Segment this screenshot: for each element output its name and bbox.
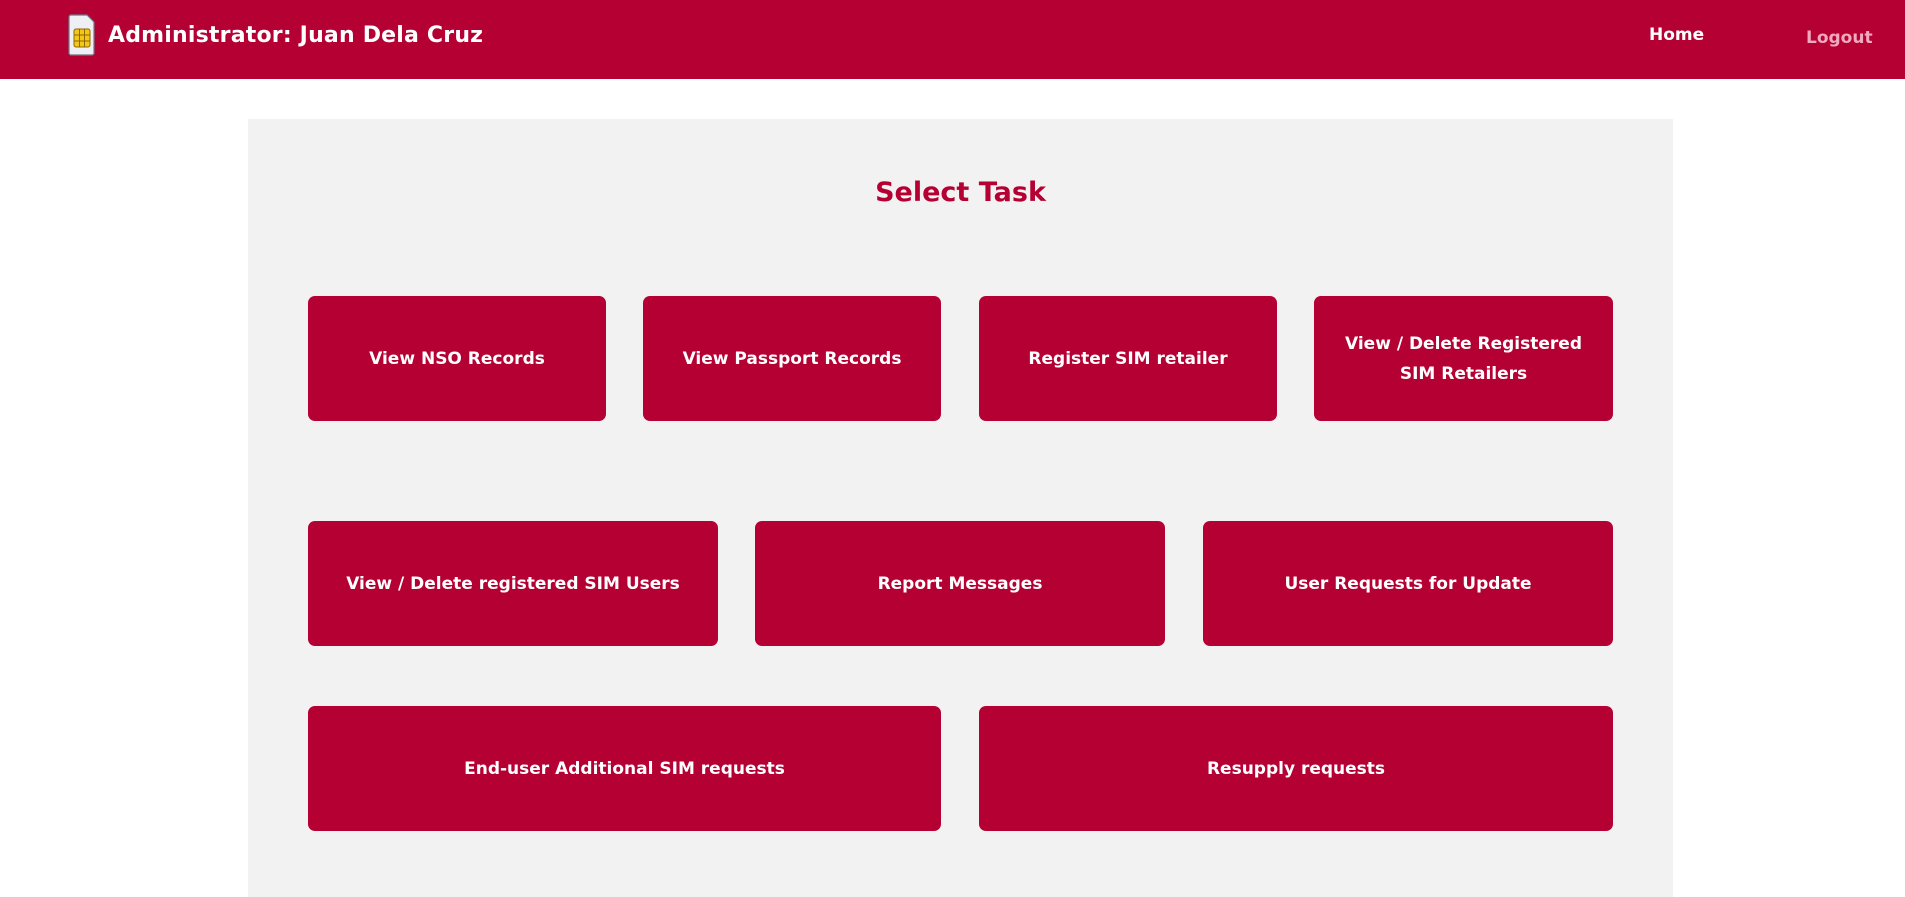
nav-logout-link[interactable]: Logout (1806, 28, 1873, 48)
sim-card-icon (68, 14, 95, 56)
task-panel: Select Task View NSO Records View Passpo… (248, 119, 1673, 897)
register-sim-retailer-button[interactable]: Register SIM retailer (979, 296, 1277, 421)
view-delete-sim-retailers-button[interactable]: View / Delete Registered SIM Retailers (1314, 296, 1613, 421)
resupply-requests-button[interactable]: Resupply requests (979, 706, 1613, 831)
view-delete-sim-users-button[interactable]: View / Delete registered SIM Users (308, 521, 718, 646)
report-messages-button[interactable]: Report Messages (755, 521, 1165, 646)
brand: Administrator: Juan Dela Cruz (68, 14, 483, 56)
view-nso-records-button[interactable]: View NSO Records (308, 296, 606, 421)
page-title: Select Task (875, 177, 1046, 208)
user-requests-for-update-button[interactable]: User Requests for Update (1203, 521, 1613, 646)
admin-title: Administrator: Juan Dela Cruz (108, 22, 484, 48)
top-navbar: Administrator: Juan Dela Cruz Home Logou… (0, 0, 1905, 79)
nav-home-link[interactable]: Home (1649, 25, 1704, 45)
additional-sim-requests-button[interactable]: End-user Additional SIM requests (308, 706, 941, 831)
view-passport-records-button[interactable]: View Passport Records (643, 296, 941, 421)
